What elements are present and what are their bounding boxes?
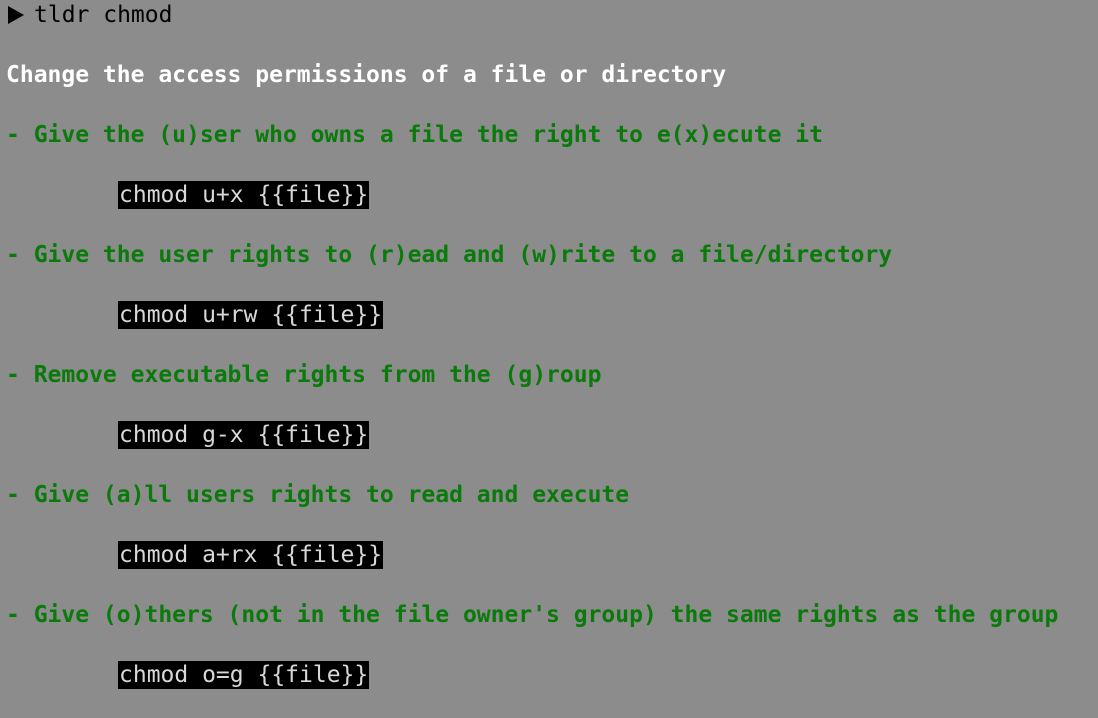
prompt-triangle-icon [8,6,24,24]
example-command: chmod o=g {{file}} [118,661,370,689]
example-command: chmod a+rx {{file}} [118,541,384,569]
example-description: - Give the user rights to (r)ead and (w)… [6,242,893,268]
example-code-line: chmod g-x {{file}} [6,420,1092,450]
example-code-line: chmod u+x {{file}} [6,180,1092,210]
example-code-line: chmod o=g {{file}} [6,660,1092,690]
example-code-line: chmod a+rx {{file}} [6,540,1092,570]
example-description: - Remove executable rights from the (g)r… [6,362,602,388]
terminal-output: tldr chmod Change the access permissions… [6,0,1092,690]
example-description: - Give the (u)ser who owns a file the ri… [6,122,823,148]
example-code-line: chmod u+rw {{file}} [6,300,1092,330]
prompt-line: tldr chmod [6,0,1092,30]
example-description: - Give (o)thers (not in the file owner's… [6,602,1059,628]
example-command: chmod u+x {{file}} [118,181,370,209]
page-description: Change the access permissions of a file … [6,62,727,88]
prompt-command: tldr chmod [34,2,173,28]
example-command: chmod u+rw {{file}} [118,301,384,329]
example-description: - Give (a)ll users rights to read and ex… [6,482,630,508]
example-command: chmod g-x {{file}} [118,421,370,449]
